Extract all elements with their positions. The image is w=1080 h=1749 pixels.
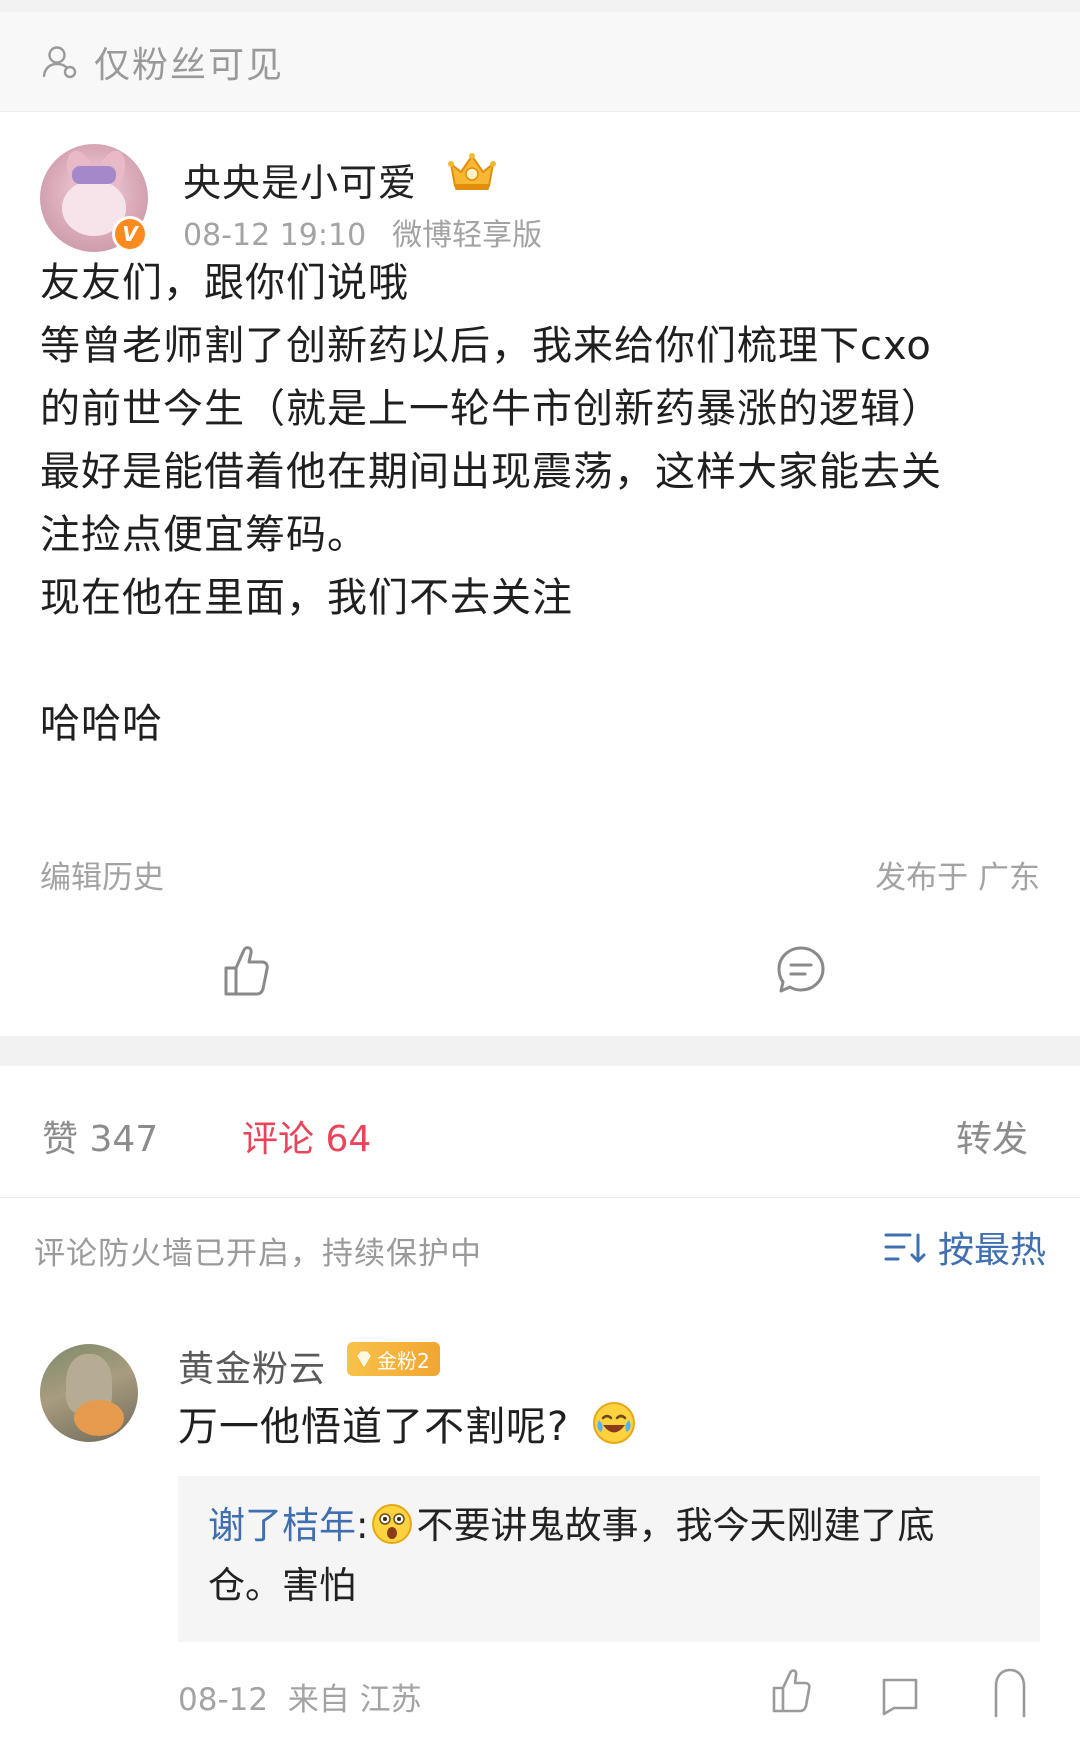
- comment-like-icon[interactable]: [770, 1666, 812, 1714]
- comment-reply-icon[interactable]: [880, 1674, 920, 1718]
- tab-reposts[interactable]: 转发: [956, 1110, 1028, 1162]
- post-actions: [0, 930, 1080, 1030]
- thumbs-up-icon[interactable]: [220, 942, 270, 998]
- section-divider: [0, 1036, 1080, 1066]
- edit-history-link[interactable]: 编辑历史: [40, 852, 164, 897]
- comment-text: 万一他悟道了不割呢?: [178, 1394, 637, 1452]
- reply-colon: :: [356, 1504, 369, 1547]
- sort-hot-button[interactable]: 按最热: [884, 1222, 1046, 1272]
- comment-item: 黄金粉云 金粉2 万一他悟道了不割呢? 谢了桔年: 不要讲鬼故事，我今天刚建了底…: [0, 1328, 1080, 1748]
- firewall-notice: 评论防火墙已开启，持续保护中: [34, 1236, 482, 1272]
- comment-bubble-icon[interactable]: [775, 944, 827, 996]
- sort-icon: [884, 1233, 926, 1263]
- tab-comments[interactable]: 评论 64: [242, 1110, 371, 1162]
- post-line: 等曾老师割了创新药以后，我来给你们梳理下cxo: [40, 323, 932, 369]
- post-body: 友友们，跟你们说哦 等曾老师割了创新药以后，我来给你们梳理下cxo 的前世今生（…: [40, 252, 1040, 756]
- laughing-crying-emoji-icon: [593, 1402, 636, 1444]
- shocked-emoji-icon: [372, 1504, 413, 1544]
- fan-level-badge: 金粉2: [347, 1342, 440, 1376]
- reply-text-1: 不要讲鬼故事，我今天刚建了底: [416, 1504, 935, 1547]
- post-location: 发布于 广东: [875, 860, 1040, 896]
- post-line: 的前世今生（就是上一轮牛市创新药暴涨的逻辑）: [40, 386, 942, 432]
- comment-meta: 08-12 来自 江苏: [178, 1674, 422, 1719]
- user-icon: [42, 45, 77, 78]
- top-strip: [0, 0, 1080, 12]
- verified-badge: V: [112, 216, 148, 252]
- comment-text-content: 万一他悟道了不割呢?: [178, 1404, 570, 1450]
- post-source: 微博轻享版: [392, 218, 543, 253]
- comment-firewall-row: 评论防火墙已开启，持续保护中 按最热: [0, 1198, 1080, 1302]
- fan-badge-label: 金粉2: [377, 1348, 430, 1373]
- post-line: 友友们，跟你们说哦: [40, 260, 409, 306]
- tab-likes[interactable]: 赞 347: [42, 1110, 158, 1162]
- author-name[interactable]: 央央是小可爱: [183, 152, 417, 207]
- crown-icon[interactable]: [445, 150, 499, 194]
- post-line: 最好是能借着他在期间出现震荡，这样大家能去关: [40, 449, 942, 495]
- visibility-label: 仅粉丝可见: [94, 44, 285, 86]
- commenter-avatar[interactable]: [40, 1344, 138, 1442]
- post-meta: 08-12 19:10 微博轻享版: [183, 210, 542, 254]
- post-line: 注捡点便宜筹码。: [40, 512, 368, 558]
- commenter-name[interactable]: 黄金粉云: [178, 1340, 326, 1392]
- sort-label: 按最热: [937, 1230, 1046, 1271]
- post-line: 哈哈哈: [40, 701, 163, 747]
- post-time: 08-12 19:10: [183, 218, 367, 253]
- comment-origin: 来自 江苏: [287, 1682, 422, 1718]
- interaction-tabs: 赞 347 评论 64 转发: [0, 1066, 1080, 1198]
- visibility-bar: 仅粉丝可见: [0, 12, 1080, 112]
- reply-preview[interactable]: 谢了桔年: 不要讲鬼故事，我今天刚建了底仓。害怕: [178, 1476, 1040, 1642]
- reply-text-2: 仓。害怕: [208, 1564, 356, 1607]
- diamond-icon: [357, 1351, 371, 1367]
- comment-date: 08-12: [178, 1682, 269, 1718]
- author-row: V 央央是小可爱 08-12 19:10 微博轻享版: [40, 144, 1040, 256]
- post-blank-line: [40, 630, 1040, 693]
- reply-username[interactable]: 谢了桔年: [208, 1504, 356, 1547]
- post-line: 现在他在里面，我们不去关注: [40, 575, 573, 621]
- comment-more-icon[interactable]: [992, 1668, 1028, 1718]
